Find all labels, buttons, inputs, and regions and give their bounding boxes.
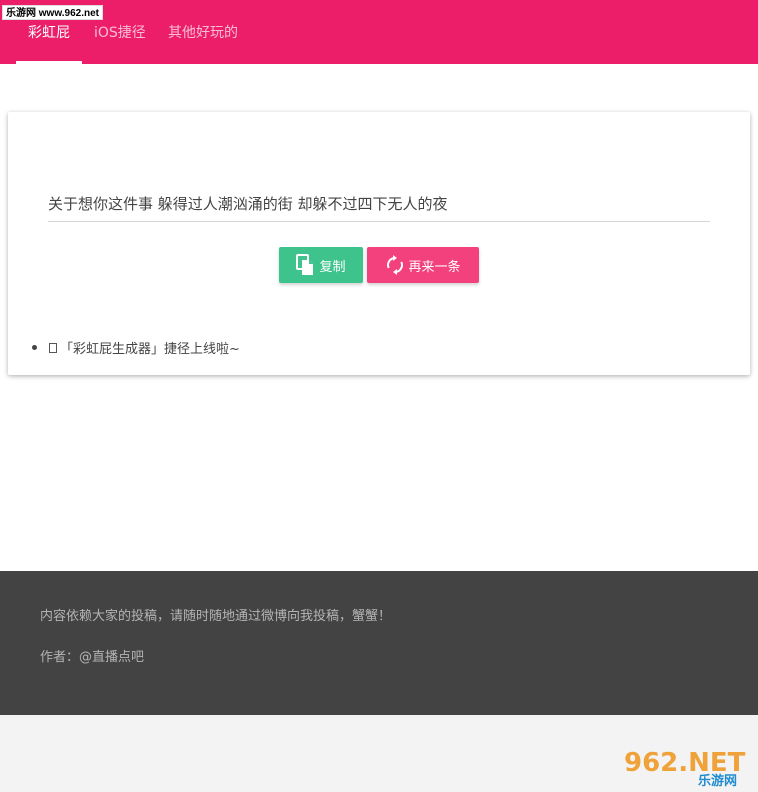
list-bullet (32, 345, 37, 350)
refresh-icon (387, 255, 404, 275)
copy-icon (296, 254, 314, 275)
quote-card: 关于想你这件事 躲得过人潮汹涌的街 却躲不过四下无人的夜 复制 再来一条 「彩虹… (8, 112, 750, 375)
footer-submission-note: 内容依赖大家的投稿，请随时随地通过微博向我投稿，蟹蟹！ (40, 609, 392, 624)
announcement-text: 「彩虹屁生成器」捷径上线啦~ (60, 342, 240, 357)
page-footer: 内容依赖大家的投稿，请随时随地通过微博向我投稿，蟹蟹！ 作者：@直播点吧 (0, 571, 758, 715)
next-quote-button-label: 再来一条 (408, 259, 461, 275)
top-navbar: 彩虹屁 iOS捷径 其他好玩的 (0, 0, 758, 64)
copy-button-label: 复制 (319, 259, 346, 275)
site-logo-watermark: 962.NET 乐游网 (620, 743, 750, 787)
svg-text:乐游网: 乐游网 (698, 773, 737, 787)
page-bottom-area: 962.NET 乐游网 (0, 715, 758, 792)
announcement-item[interactable]: 「彩虹屁生成器」捷径上线啦~ (32, 338, 240, 357)
copy-button[interactable]: 复制 (279, 247, 363, 283)
site-watermark: 乐游网 www.962.net (2, 5, 103, 20)
next-quote-button[interactable]: 再来一条 (367, 247, 479, 283)
quote-text: 关于想你这件事 躲得过人潮汹涌的街 却躲不过四下无人的夜 (48, 192, 710, 222)
emoji-placeholder-icon (49, 342, 57, 353)
footer-author: 作者：@直播点吧 (40, 650, 145, 665)
tab-other-fun[interactable]: 其他好玩的 (168, 0, 238, 64)
